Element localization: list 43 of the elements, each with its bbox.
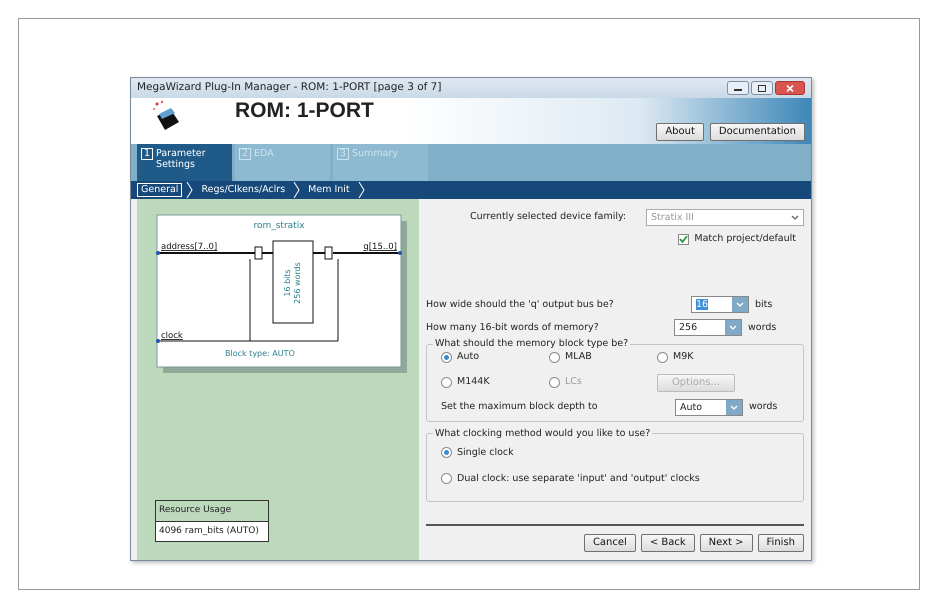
header-button[interactable]: About [656,123,704,141]
window-title: MegaWizard Plug-In Manager - ROM: 1-PORT [page 3 of 7] [137,80,442,96]
group-title: What clocking method would you like to use? [434,428,652,440]
minimize-button[interactable] [727,81,749,95]
footer-button[interactable]: Finish [758,534,804,552]
breadcrumb[interactable]: General [137,183,182,197]
field-label: How many 16-bit words of memory? [426,320,600,335]
group-title: What should the memory block type be? [434,338,630,350]
footer-button[interactable]: < Back [640,534,695,552]
dropdown[interactable]: Auto [675,398,743,416]
maximize-button[interactable] [751,81,773,95]
radio-button[interactable]: MLAB [549,350,657,364]
chevron-icon [186,182,194,198]
footer-button[interactable]: Next > [700,534,753,552]
checkbox[interactable]: Match project/default [678,232,796,246]
chevron-icon [358,182,365,198]
check-icon [679,235,688,244]
block-diagram: rom_stratix address[7..0] q[15..0] 16 bits 256 words clock Block type: AUTO [155,213,407,373]
radio-button[interactable]: Single clock [441,446,795,460]
wand-icon [151,98,181,132]
radio-button[interactable]: M144K [441,375,549,390]
breadcrumb[interactable]: Regs/Clkens/Aclrs [197,183,290,197]
dropdown[interactable]: 256 [674,319,742,336]
unit-label: words [748,320,776,335]
table-cell: 4096 ram_bits (AUTO) [156,520,268,541]
close-button[interactable] [775,81,805,95]
chevron-icon [293,182,300,198]
unit-label: words [749,400,778,414]
unit-label: bits [755,298,772,312]
radio-button[interactable]: Auto [441,350,549,364]
wizard-title: ROM: 1-PORT [235,100,374,124]
wizard-tab[interactable]: 1 Parameter Settings [137,144,232,181]
footer-button[interactable]: Cancel [584,534,636,552]
maximize-icon [758,84,766,92]
radio-button[interactable]: Dual clock: use separate 'input' and 'output' clocks [441,472,795,486]
field-label: How wide should the 'q' output bus be? [426,298,615,312]
field-label: Currently selected device family: [470,210,628,224]
field-label: Set the maximum block depth to [441,400,599,414]
breadcrumb[interactable]: Mem Init [304,183,354,197]
close-icon [786,84,794,92]
header-button[interactable]: Documentation [710,123,805,141]
table-header: Resource Usage [158,504,232,517]
radio-button[interactable]: M9K [657,350,795,364]
